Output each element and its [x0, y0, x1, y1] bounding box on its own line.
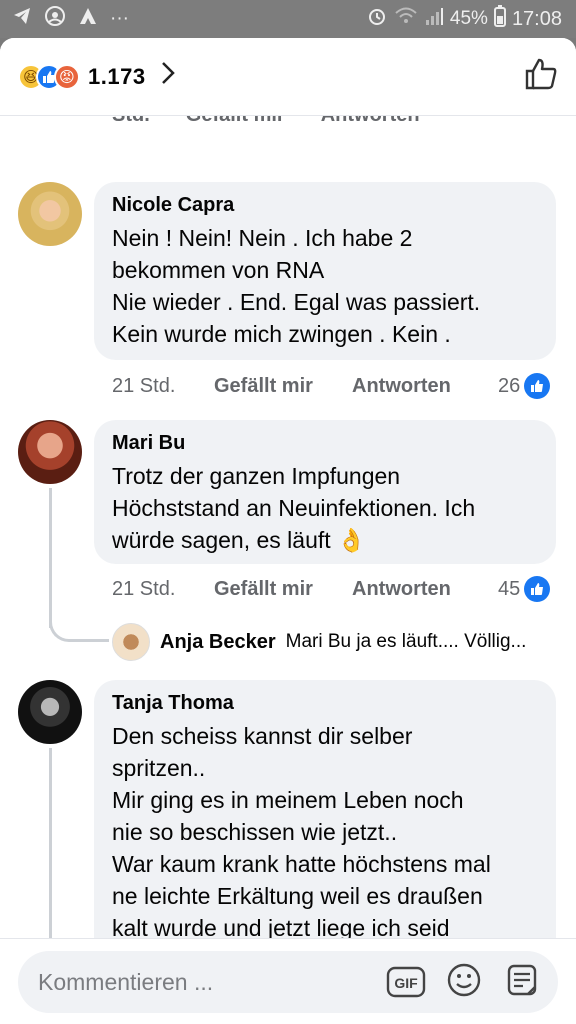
previous-time: Std.	[112, 116, 150, 130]
wifi-icon	[394, 6, 418, 32]
comment-bubble[interactable]: Nicole Capra Nein ! Nein! Nein . Ich hab…	[94, 182, 556, 360]
battery-icon	[493, 5, 506, 33]
reply-author: Anja Becker	[160, 630, 276, 653]
reply-snippet: Mari Bu ja es läuft.... Völlig...	[285, 631, 527, 652]
telegram-icon	[12, 6, 32, 32]
thumbs-up-icon	[524, 58, 558, 95]
previous-reply-link[interactable]: Antworten	[321, 116, 420, 130]
camera-icon	[44, 5, 66, 33]
comment-author[interactable]: Tanja Thoma	[112, 692, 538, 715]
comments-list[interactable]: Std. Gefällt mir Antworten Nicole Capra …	[0, 116, 576, 938]
like-reaction-icon	[524, 576, 551, 602]
reaction-number: 26	[498, 374, 521, 397]
status-bar-right: 45% 17:08	[366, 5, 562, 33]
avatar[interactable]	[18, 680, 82, 744]
chevron-right-icon[interactable]	[160, 61, 176, 92]
comment-bubble[interactable]: Tanja Thoma Den scheiss kannst dir selbe…	[94, 680, 556, 938]
sticker-icon	[504, 962, 540, 1003]
comment-text: Nein ! Nein! Nein . Ich habe 2 bekommen …	[112, 225, 481, 347]
comment-author[interactable]: Nicole Capra	[112, 194, 538, 217]
smiley-icon	[446, 962, 482, 1003]
comment-reaction-count[interactable]: 26	[498, 373, 551, 399]
app-icon	[78, 6, 98, 32]
comment-time: 21 Std.	[112, 374, 176, 397]
gif-label: GIF	[394, 975, 418, 991]
avatar	[112, 623, 150, 661]
comment-text: Trotz der ganzen Impfungen Höchststand a…	[112, 463, 476, 553]
reaction-number: 45	[498, 577, 521, 600]
previous-comment-actions: Std. Gefällt mir Antworten	[112, 116, 562, 130]
comment-bubble[interactable]: Mari Bu Trotz der ganzen Impfungen Höchs…	[94, 420, 556, 564]
comment-time: 21 Std.	[112, 577, 176, 600]
emoji-button[interactable]	[442, 960, 486, 1004]
status-bar-left: ···	[12, 5, 129, 33]
alarm-icon	[366, 5, 388, 33]
comment-author[interactable]: Mari Bu	[112, 432, 538, 455]
thread-line	[49, 748, 52, 938]
like-reaction-icon	[524, 373, 551, 399]
reply-link[interactable]: Antworten	[352, 375, 498, 398]
avatar[interactable]	[18, 420, 82, 484]
battery-percent: 45%	[449, 8, 488, 29]
comment-actions: 21 Std. Gefällt mir Antworten 26	[112, 373, 558, 399]
comment-actions: 21 Std. Gefällt mir Antworten 45	[112, 576, 558, 602]
reply-preview[interactable]: Anja Becker Mari Bu ja es läuft.... Völl…	[112, 623, 526, 661]
thread-connector	[49, 616, 109, 642]
comment-composer: GIF	[0, 938, 576, 1024]
avatar[interactable]	[18, 182, 82, 246]
gif-button[interactable]: GIF	[384, 960, 428, 1004]
reaction-count: 1.173	[88, 63, 146, 89]
sticker-button[interactable]	[500, 960, 544, 1004]
more-icon: ···	[110, 8, 129, 29]
status-bar: ··· 45% 17:08	[0, 0, 576, 38]
comments-sheet: 😆 😡 1.173 Std. Gefällt mir Antworten Nic…	[0, 38, 576, 1024]
comment-reaction-count[interactable]: 45	[498, 576, 551, 602]
like-link[interactable]: Gefällt mir	[214, 375, 352, 398]
angry-reaction-icon: 😡	[54, 63, 80, 90]
like-link[interactable]: Gefällt mir	[214, 578, 352, 601]
clock: 17:08	[511, 7, 562, 30]
like-post-button[interactable]	[524, 57, 558, 96]
reply-link[interactable]: Antworten	[352, 578, 498, 601]
thread-line	[49, 488, 52, 628]
previous-like-link[interactable]: Gefällt mir	[186, 116, 285, 130]
comment-text: Den scheiss kannst dir selber spritzen..…	[112, 723, 491, 938]
comment-input-container[interactable]: GIF	[18, 951, 558, 1013]
signal-icon	[424, 6, 444, 32]
reaction-summary-bar[interactable]: 😆 😡 1.173	[0, 38, 576, 116]
comment-input[interactable]	[38, 968, 370, 996]
